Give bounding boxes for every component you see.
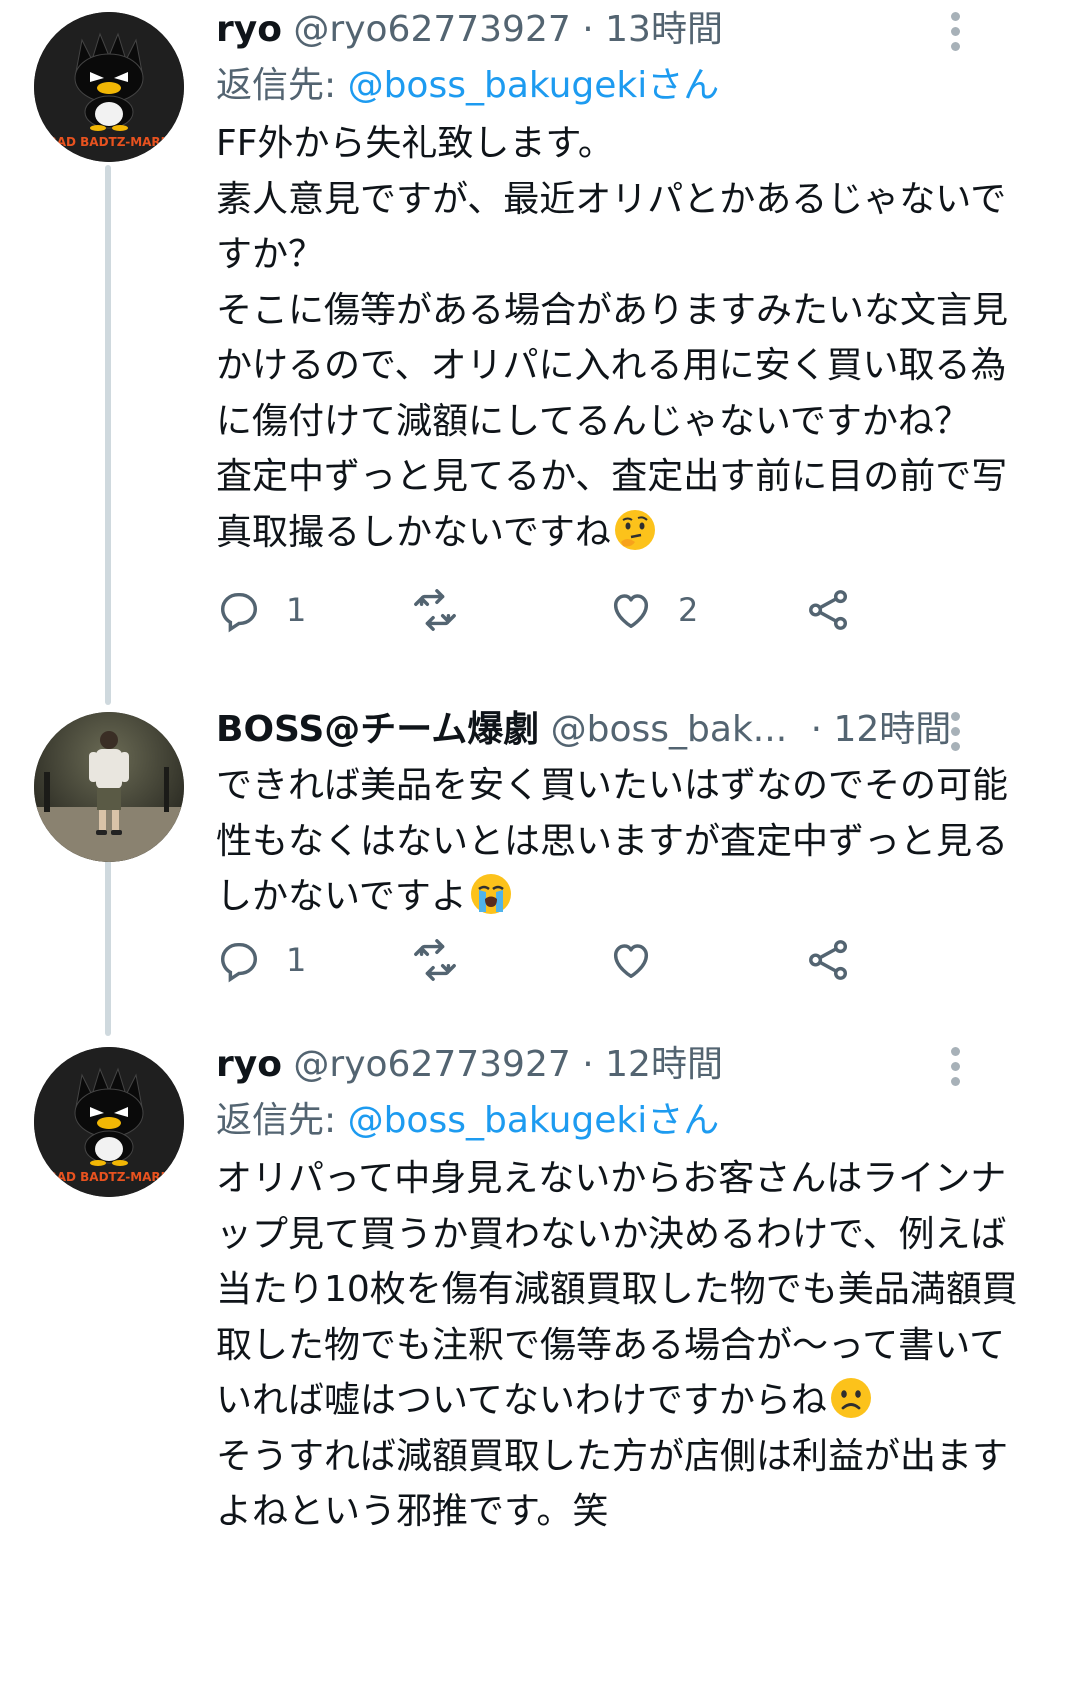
tweet-text-line: 素人意見ですが、最近オリパとかあるじゃないですか？	[216, 178, 1007, 276]
reply-to-prefix: 返信先:	[216, 65, 348, 106]
reply-to-mention[interactable]: @boss_bakugekiさん	[348, 1100, 720, 1141]
tweet-text: できれば美品を安く買いたいはずなのでその可能性もなくはないとは思いますが査定中ず…	[216, 758, 1026, 925]
user-handle[interactable]: @boss_bak...	[551, 709, 787, 750]
more-vertical-icon[interactable]	[951, 1047, 963, 1092]
tweet-text: FF外から失礼致します。 素人意見ですが、最近オリパとかあるじゃないですか？ そ…	[216, 116, 1026, 560]
display-name[interactable]: BOSS@チーム爆劇	[216, 709, 539, 750]
avatar[interactable]: BAD BADTZ-MARU	[34, 1047, 184, 1197]
avatar[interactable]: BAD BADTZ-MARU	[34, 12, 184, 162]
tweet-actions: 1	[216, 930, 916, 990]
tweet-3[interactable]: BAD BADTZ-MARU ryo @ryo62773927 · 12時間 返…	[0, 1035, 1079, 1705]
reply-to-prefix: 返信先:	[216, 1100, 348, 1141]
reply-count: 1	[286, 941, 307, 979]
reply-to: 返信先: @boss_bakugekiさん	[216, 1095, 1026, 1147]
display-name[interactable]: ryo	[216, 9, 282, 50]
thinking-face-icon	[613, 508, 657, 552]
frowning-face-icon	[829, 1376, 873, 1420]
tweet-text-line: できれば美品を安く買いたいはずなのでその可能性もなくはないとは思いますが査定中ず…	[216, 758, 1026, 925]
like-icon	[613, 944, 649, 979]
tweet-actions: 1 2	[216, 580, 916, 640]
tweet-text-segment: できれば美品を安く買いたいはずなのでその可能性もなくはないとは思いますが査定中ず…	[216, 765, 1009, 917]
reply-to-mention[interactable]: @boss_bakugekiさん	[348, 65, 720, 106]
timestamp[interactable]: 12時間	[605, 1044, 723, 1085]
reply-to: 返信先: @boss_bakugekiさん	[216, 60, 1026, 112]
separator: ·	[582, 1044, 594, 1085]
tweet-header: ryo @ryo62773927 · 13時間	[216, 6, 1026, 54]
share-button[interactable]	[806, 930, 852, 990]
display-name[interactable]: ryo	[216, 1044, 282, 1085]
reply-button[interactable]: 1	[216, 580, 306, 640]
tweet-text-line: そうすれば減額買取した方が店側は利益が出ますよねという邪推です。笑	[216, 1435, 1009, 1533]
retweet-icon	[414, 939, 456, 981]
reply-icon	[220, 942, 258, 983]
tweet-2[interactable]: BOSS@チーム爆劇 @boss_bak... · 12時間 できれば美品を安く…	[0, 700, 1079, 1035]
more-vertical-icon[interactable]	[951, 12, 963, 57]
share-button[interactable]	[806, 580, 852, 640]
retweet-icon	[414, 589, 456, 631]
like-button[interactable]	[608, 930, 654, 990]
avatar[interactable]	[34, 712, 184, 862]
share-icon	[809, 590, 848, 630]
like-icon	[613, 594, 649, 629]
tweet-text: オリパって中身見えないからお客さんはラインナップ見て買うか買わないか決めるわけで…	[216, 1151, 1026, 1540]
reply-icon	[220, 592, 258, 633]
tweet-text-line: FF外から失礼致します。	[216, 123, 614, 164]
tweet-header: BOSS@チーム爆劇 @boss_bak... · 12時間	[216, 706, 1026, 754]
more-vertical-icon[interactable]	[951, 712, 963, 757]
reply-button[interactable]: 1	[216, 930, 306, 990]
tweet-header: ryo @ryo62773927 · 12時間	[216, 1041, 1026, 1089]
loudly-crying-face-icon	[469, 872, 513, 916]
tweet-text-line: そこに傷等がある場合がありますみたいな文言見かけるので、オリパに入れる用に安く買…	[216, 289, 1009, 442]
retweet-button[interactable]	[412, 580, 458, 640]
retweet-button[interactable]	[412, 930, 458, 990]
reply-count: 1	[286, 591, 307, 629]
user-handle[interactable]: @ryo62773927	[293, 1044, 570, 1085]
share-icon	[809, 940, 848, 980]
tweet-text-line: オリパって中身見えないからお客さんはラインナップ見て買うか買わないか決めるわけで…	[216, 1151, 1026, 1429]
tweet-text-segment: オリパって中身見えないからお客さんはラインナップ見て買うか買わないか決めるわけで…	[216, 1158, 1018, 1421]
separator: ·	[582, 9, 594, 50]
like-button[interactable]: 2	[608, 580, 698, 640]
avatar-logo-text: BAD BADTZ-MARU	[48, 135, 171, 149]
timestamp[interactable]: 13時間	[605, 9, 723, 50]
tweet-text-line: 査定中ずっと見てるか、査定出す前に目の前で写真取撮るしかないですね	[216, 449, 1026, 560]
avatar-logo-text: BAD BADTZ-MARU	[48, 1170, 171, 1184]
separator: ·	[810, 709, 823, 750]
tweet-1[interactable]: BAD BADTZ-MARU ryo @ryo62773927 · 13時間 返…	[0, 0, 1079, 700]
timestamp[interactable]: 12時間	[834, 709, 952, 750]
tweet-text-segment: 査定中ずっと見てるか、査定出す前に目の前で写真取撮るしかないですね	[216, 456, 1008, 553]
like-count: 2	[678, 591, 699, 629]
user-handle[interactable]: @ryo62773927	[293, 9, 570, 50]
